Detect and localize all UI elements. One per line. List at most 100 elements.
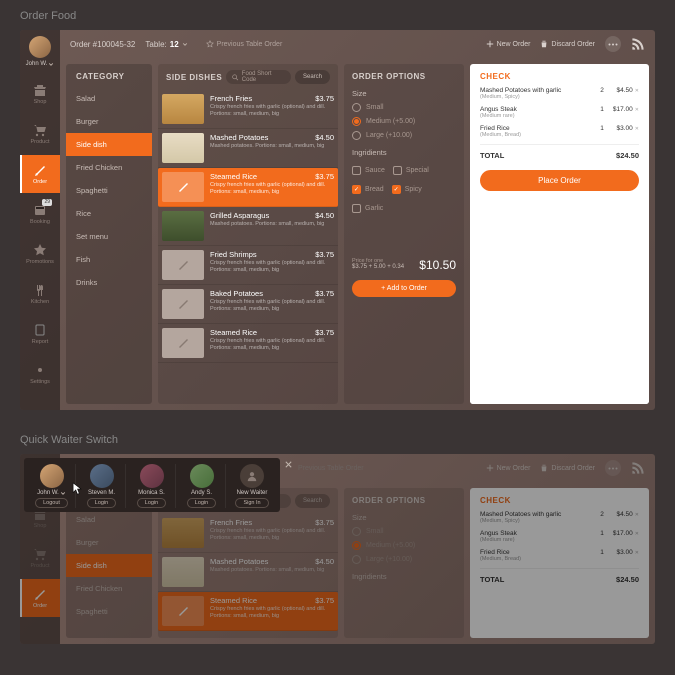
- category-title: CATEGORY: [66, 64, 152, 87]
- rss-icon[interactable]: [631, 37, 645, 51]
- ingredients-label: Ingridients: [352, 148, 456, 157]
- rail-item-settings[interactable]: Settings: [20, 355, 60, 393]
- dish-item[interactable]: French Fries$3.75Crispy french fries wit…: [158, 514, 338, 553]
- rail-item-product[interactable]: Product: [20, 115, 60, 153]
- waiter-name: New Waiter: [237, 490, 268, 496]
- waiter-action-button[interactable]: Sign In: [235, 498, 268, 508]
- category-item[interactable]: Fish: [66, 248, 152, 271]
- dish-desc: Crispy french fries with garlic (optiona…: [210, 299, 334, 313]
- avatar[interactable]: [40, 464, 64, 488]
- size-label: Size: [352, 89, 456, 98]
- waiter-switch-popover: John W.LogoutSteven M.LoginMonica S.Logi…: [24, 458, 280, 512]
- dish-item[interactable]: Mashed Potatoes$4.50Mashed potatoes. Por…: [158, 129, 338, 168]
- category-item[interactable]: Side dish: [66, 133, 152, 156]
- search-input[interactable]: Food Short Code: [226, 70, 291, 84]
- size-option[interactable]: Small: [352, 527, 456, 536]
- size-option[interactable]: Medium (+5.00): [352, 117, 456, 126]
- rail-item-booking[interactable]: 29Booking: [20, 195, 60, 233]
- checkbox-icon: [393, 166, 402, 175]
- rail-item-report[interactable]: Report: [20, 315, 60, 353]
- dish-item[interactable]: Mashed Potatoes$4.50Mashed potatoes. Por…: [158, 553, 338, 592]
- avatar[interactable]: [29, 36, 51, 58]
- category-item[interactable]: Spaghetti: [66, 179, 152, 202]
- add-to-order-button[interactable]: + Add to Order: [352, 280, 456, 297]
- dish-name: French Fries: [210, 518, 252, 527]
- dish-desc: Crispy french fries with garlic (optiona…: [210, 338, 334, 352]
- ingredient-option[interactable]: Sauce: [352, 166, 385, 175]
- price-calc: $3.75 + 5.00 + 0.34: [352, 264, 404, 270]
- rail-item-product[interactable]: Product: [20, 539, 60, 577]
- size-option[interactable]: Large (+10.00): [352, 131, 456, 140]
- rail-label: Settings: [30, 379, 50, 385]
- dish-price: $3.75: [315, 289, 334, 298]
- rail-item-order[interactable]: Order: [20, 579, 60, 617]
- category-item[interactable]: Drinks: [66, 271, 152, 294]
- dish-item[interactable]: French Fries$3.75Crispy french fries wit…: [158, 90, 338, 129]
- rail-label: Promotions: [26, 259, 54, 265]
- prev-order-button[interactable]: Previous Table Order: [206, 40, 283, 48]
- waiter-action-button[interactable]: Login: [187, 498, 216, 508]
- avatar[interactable]: [140, 464, 164, 488]
- rail-item-promotions[interactable]: Promotions: [20, 235, 60, 273]
- dish-thumb: [162, 94, 204, 124]
- category-item[interactable]: Fried Chicken: [66, 156, 152, 179]
- category-item[interactable]: Spaghetti: [66, 600, 152, 623]
- more-button[interactable]: [605, 460, 621, 476]
- size-option[interactable]: Large (+10.00): [352, 555, 456, 564]
- ingredient-option[interactable]: Special: [393, 166, 429, 175]
- dish-thumb: [162, 133, 204, 163]
- ingredient-option[interactable]: ✓Spicy: [392, 185, 422, 194]
- check-line: Mashed Potatoes with garlic(Medium, Spic…: [480, 87, 639, 100]
- category-item[interactable]: Burger: [66, 531, 152, 554]
- waiter-item: Steven M.Login: [78, 464, 126, 508]
- ingredient-option[interactable]: Garlic: [352, 204, 383, 213]
- category-item[interactable]: Fried Chicken: [66, 577, 152, 600]
- rss-icon[interactable]: [631, 461, 645, 475]
- rail-label: Kitchen: [31, 299, 49, 305]
- avatar[interactable]: [240, 464, 264, 488]
- ingredient-option[interactable]: ✓Bread: [352, 185, 384, 194]
- rail-label: Shop: [34, 523, 47, 529]
- promotions-icon: [33, 243, 47, 257]
- radio-icon: [352, 117, 361, 126]
- place-order-button[interactable]: Place Order: [480, 170, 639, 191]
- rail-item-shop[interactable]: Shop: [20, 75, 60, 113]
- new-order-button[interactable]: New Order: [486, 464, 531, 472]
- rail-label: Booking: [30, 219, 50, 225]
- rail-item-kitchen[interactable]: Kitchen: [20, 275, 60, 313]
- dish-desc: Crispy french fries with garlic (optiona…: [210, 606, 334, 620]
- dish-item[interactable]: Steamed Rice$3.75Crispy french fries wit…: [158, 324, 338, 363]
- category-item[interactable]: Side dish: [66, 554, 152, 577]
- search-button[interactable]: Search: [295, 70, 330, 84]
- dish-item[interactable]: Baked Potatoes$3.75Crispy french fries w…: [158, 285, 338, 324]
- discard-order-button[interactable]: Discard Order: [540, 464, 595, 472]
- dish-item[interactable]: Fried Shrimps$3.75Crispy french fries wi…: [158, 246, 338, 285]
- check-title: CHECK: [480, 72, 639, 81]
- category-item[interactable]: Set menu: [66, 225, 152, 248]
- waiter-action-button[interactable]: Login: [87, 498, 116, 508]
- more-button[interactable]: [605, 36, 621, 52]
- dish-item[interactable]: Grilled Asparagus$4.50Mashed potatoes. P…: [158, 207, 338, 246]
- table-selector[interactable]: Table: 12: [145, 40, 187, 49]
- size-option[interactable]: Medium (+5.00): [352, 541, 456, 550]
- shop-icon: [33, 83, 47, 97]
- category-item[interactable]: Salad: [66, 87, 152, 110]
- avatar[interactable]: [190, 464, 214, 488]
- close-button[interactable]: [282, 460, 294, 472]
- discard-order-button[interactable]: Discard Order: [540, 40, 595, 48]
- category-item[interactable]: Burger: [66, 110, 152, 133]
- waiter-action-button[interactable]: Login: [137, 498, 166, 508]
- waiter-action-button[interactable]: Logout: [35, 498, 68, 508]
- size-option[interactable]: Small: [352, 103, 456, 112]
- dish-item[interactable]: Steamed Rice$3.75Crispy french fries wit…: [158, 168, 338, 207]
- close-icon: [284, 460, 293, 469]
- dish-item[interactable]: Steamed Rice$3.75Crispy french fries wit…: [158, 592, 338, 631]
- check-total: TOTAL$24.50: [480, 144, 639, 160]
- avatar[interactable]: [90, 464, 114, 488]
- user-name-dropdown[interactable]: John W.: [26, 61, 55, 67]
- rail-item-order[interactable]: Order: [20, 155, 60, 193]
- rail-label: Report: [32, 339, 49, 345]
- new-order-button[interactable]: New Order: [486, 40, 531, 48]
- category-item[interactable]: Rice: [66, 202, 152, 225]
- report-icon: [33, 323, 47, 337]
